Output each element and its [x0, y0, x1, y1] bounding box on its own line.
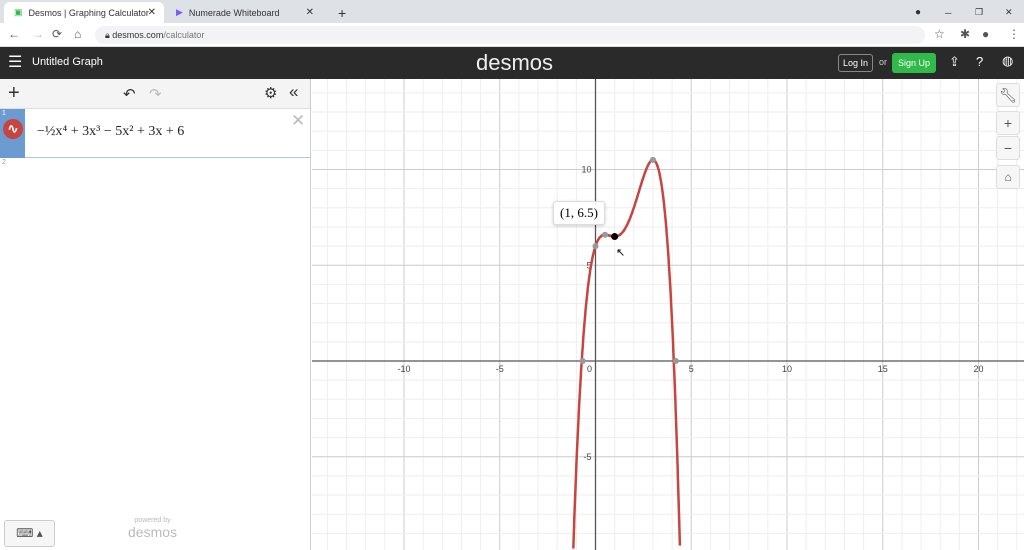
- settings-gear-icon[interactable]: ⚙: [264, 84, 277, 102]
- expression-math[interactable]: −½x⁴ + 3x³ − 5x² + 3x + 6: [37, 124, 184, 140]
- new-tab-button[interactable]: +: [328, 2, 346, 23]
- graph-canvas[interactable]: -10 -5 0 5 10 15 20 10 5 -5 (1, 6.5) ↖: [312, 79, 1024, 550]
- tab-desmos[interactable]: ▣ Desmos | Graphing Calculator ✕: [4, 2, 164, 23]
- delete-expression-icon[interactable]: ✕: [291, 111, 305, 131]
- graph-title[interactable]: Untitled Graph: [32, 56, 103, 68]
- x-tick-label: -5: [496, 364, 504, 374]
- forward-icon[interactable]: →: [32, 27, 44, 41]
- desmos-favicon: ▣: [14, 7, 23, 17]
- mouse-cursor-icon: ↖: [616, 247, 626, 259]
- expression-panel: + ↶ ↷ ⚙ « 1 ∿ −½x⁴ + 3x³ − 5x² + 3x + 6 …: [0, 79, 311, 550]
- point-of-interest: [672, 358, 679, 364]
- back-icon[interactable]: ←: [8, 27, 20, 41]
- tab-numerade[interactable]: ▶ Numerade Whiteboard ✕: [166, 2, 322, 23]
- desmos-logo: desmos: [476, 50, 554, 75]
- tab-title: Desmos | Graphing Calculator: [28, 7, 149, 18]
- reload-icon[interactable]: ⟳: [52, 27, 62, 41]
- signup-button[interactable]: Sign Up: [892, 53, 936, 73]
- selected-point: [611, 233, 619, 241]
- numerade-favicon: ▶: [176, 7, 183, 17]
- graph-visibility-toggle-icon[interactable]: ∿: [3, 119, 23, 139]
- close-tab-icon[interactable]: ✕: [148, 7, 156, 18]
- x-tick-label: 10: [782, 364, 792, 374]
- graph-settings-wrench-icon[interactable]: 🔧︎: [996, 83, 1020, 107]
- profile-menu-icon[interactable]: ●: [905, 2, 921, 23]
- close-window-button[interactable]: ✕: [995, 2, 1013, 23]
- extensions-icon[interactable]: ✱: [960, 27, 970, 41]
- login-button[interactable]: Log In: [838, 54, 873, 72]
- zoom-in-button[interactable]: +: [996, 111, 1020, 135]
- collapse-panel-icon[interactable]: «: [289, 82, 298, 102]
- expression-index: 1: [2, 110, 6, 117]
- account-icon[interactable]: ●: [982, 27, 989, 41]
- address-bar: ← → ⟳ ⌂ 🔒︎ desmos.com/calculator ☆ ✱ ● ⋮: [0, 23, 1024, 47]
- or-text: or: [879, 57, 888, 67]
- point-of-interest: [602, 231, 609, 238]
- default-view-home-icon[interactable]: ⌂: [996, 165, 1020, 189]
- maximize-button[interactable]: ❐: [965, 2, 983, 23]
- expression-toolbar: + ↶ ↷ ⚙ «: [0, 79, 310, 109]
- x-tick-label: 15: [878, 364, 888, 374]
- x-tick-label: -10: [397, 364, 410, 374]
- point-coordinate-label[interactable]: (1, 6.5): [553, 201, 605, 225]
- minimize-button[interactable]: ─: [935, 2, 951, 23]
- help-icon[interactable]: ?: [976, 54, 983, 69]
- desmos-header: ☰ Untitled Graph desmos Log In or Sign U…: [0, 47, 1024, 79]
- add-item-icon[interactable]: +: [8, 82, 20, 105]
- point-of-interest: [649, 156, 656, 163]
- close-tab-icon[interactable]: ✕: [306, 7, 314, 18]
- hamburger-menu-icon[interactable]: ☰: [8, 52, 22, 72]
- graph-svg[interactable]: -10 -5 0 5 10 15 20105-5: [312, 79, 1024, 550]
- browser-tab-bar: ▣ Desmos | Graphing Calculator ✕ ▶ Numerade…: [0, 0, 1024, 23]
- keyboard-toggle-button[interactable]: ⌨ ▴: [4, 520, 55, 547]
- browser-menu-icon[interactable]: ⋮: [1008, 27, 1020, 41]
- point-of-interest: [579, 358, 586, 364]
- point-of-interest: [592, 243, 599, 250]
- url-input[interactable]: 🔒︎ desmos.com/calculator: [95, 26, 925, 44]
- bookmark-star-icon[interactable]: ☆: [934, 27, 945, 41]
- x-tick-label: 0: [587, 364, 592, 374]
- powered-by-desmos: powered by desmos: [128, 517, 177, 540]
- redo-icon[interactable]: ↷: [149, 85, 162, 103]
- expression-row-1[interactable]: 1 ∿ −½x⁴ + 3x³ − 5x² + 3x + 6 ✕: [0, 109, 311, 158]
- home-icon[interactable]: ⌂: [74, 27, 81, 41]
- expression-index: 2: [2, 159, 6, 166]
- x-tick-label: 20: [973, 364, 983, 374]
- undo-icon[interactable]: ↶: [123, 85, 136, 103]
- share-icon[interactable]: ⇪: [949, 54, 960, 70]
- x-tick-label: 5: [689, 364, 694, 374]
- url-domain: desmos.com: [112, 30, 164, 40]
- y-tick-label: -5: [583, 452, 591, 462]
- url-path: /calculator: [163, 30, 205, 40]
- expression-tab[interactable]: 1 ∿: [0, 109, 25, 158]
- tab-title: Numerade Whiteboard: [188, 7, 280, 18]
- y-tick-label: 10: [581, 165, 591, 175]
- language-globe-icon[interactable]: ◍: [1002, 53, 1013, 69]
- powered-by-logo: desmos: [128, 523, 178, 540]
- zoom-out-button[interactable]: −: [996, 136, 1020, 160]
- expression-row-2[interactable]: 2: [0, 158, 25, 238]
